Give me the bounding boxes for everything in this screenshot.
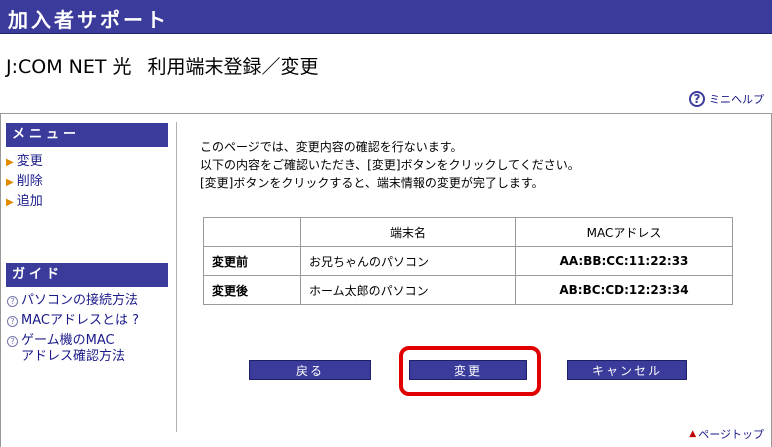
guide-item-game-console-mac[interactable]: ? ゲーム機のMAC アドレス確認方法 — [6, 333, 176, 365]
page-title: J:COM NET 光利用端末登録／変更 — [6, 52, 319, 79]
terminal-name-before: お兄ちゃんのパソコン — [300, 246, 516, 276]
guide-heading: ガイド — [6, 263, 168, 287]
guide-item-pc-connection[interactable]: ? パソコンの接続方法 — [6, 293, 176, 309]
table-row: 変更後 ホーム太郎のパソコン AB:BC:CD:12:23:34 — [203, 275, 733, 305]
question-icon: ? — [689, 91, 705, 107]
arrow-right-icon: ▶ — [6, 157, 14, 168]
mini-help-link[interactable]: ? ミニヘルプ — [689, 91, 764, 107]
menu-item-add[interactable]: ▶ 追加 — [6, 192, 168, 212]
mac-address-after: AB:BC:CD:12:23:34 — [515, 275, 733, 305]
menu-list: ▶ 変更 ▶ 削除 ▶ 追加 — [6, 152, 168, 212]
question-icon: ? — [7, 336, 18, 347]
guide-list: ? パソコンの接続方法 ? MACアドレスとは ? ? ゲーム機のMAC アドレス確認方… — [6, 293, 176, 369]
mac-address-before: AA:BB:CC:11:22:33 — [515, 246, 733, 276]
intro-text: このページでは、変更内容の確認を行ないます。 以下の内容をご確認いただき、[変更… — [200, 140, 580, 190]
header-bar: 加入者サポート — [0, 0, 772, 34]
terminal-info-table: 端末名 MACアドレス 変更前 お兄ちゃんのパソコン AA:BB:CC:11:2… — [203, 217, 733, 305]
arrow-right-icon: ▶ — [6, 197, 14, 208]
table-header-name: 端末名 — [300, 217, 516, 247]
question-icon: ? — [7, 296, 18, 307]
table-header-empty — [203, 217, 301, 247]
change-button[interactable]: 変更 — [409, 360, 527, 380]
page-top-link[interactable]: ▲ ページトップ — [689, 426, 764, 442]
triangle-up-icon: ▲ — [689, 429, 697, 439]
sidebar: メニュー ▶ 変更 ▶ 削除 ▶ 追加 ガイド ? パソコンの接続方法 ? MACアドレス… — [6, 123, 168, 364]
arrow-right-icon: ▶ — [6, 177, 14, 188]
page-top-label: ページトップ — [698, 428, 764, 441]
menu-item-delete[interactable]: ▶ 削除 — [6, 172, 168, 192]
menu-item-change[interactable]: ▶ 変更 — [6, 152, 168, 172]
question-icon: ? — [7, 316, 18, 327]
back-button[interactable]: 戻る — [249, 360, 371, 380]
page-title-service: J:COM NET 光 — [6, 56, 132, 78]
cancel-button[interactable]: キャンセル — [567, 360, 687, 380]
row-label-before: 変更前 — [203, 246, 301, 276]
row-label-after: 変更後 — [203, 275, 301, 305]
page-title-function: 利用端末登録／変更 — [147, 56, 319, 78]
header-title: 加入者サポート — [8, 8, 169, 32]
menu-heading: メニュー — [6, 123, 168, 147]
sidebar-divider — [176, 122, 177, 432]
terminal-name-after: ホーム太郎のパソコン — [300, 275, 516, 305]
table-header-row: 端末名 MACアドレス — [203, 217, 733, 247]
table-row: 変更前 お兄ちゃんのパソコン AA:BB:CC:11:22:33 — [203, 246, 733, 276]
mini-help-label: ミニヘルプ — [709, 93, 764, 106]
guide-item-mac-address[interactable]: ? MACアドレスとは ? — [6, 313, 176, 329]
table-header-mac: MACアドレス — [515, 217, 733, 247]
